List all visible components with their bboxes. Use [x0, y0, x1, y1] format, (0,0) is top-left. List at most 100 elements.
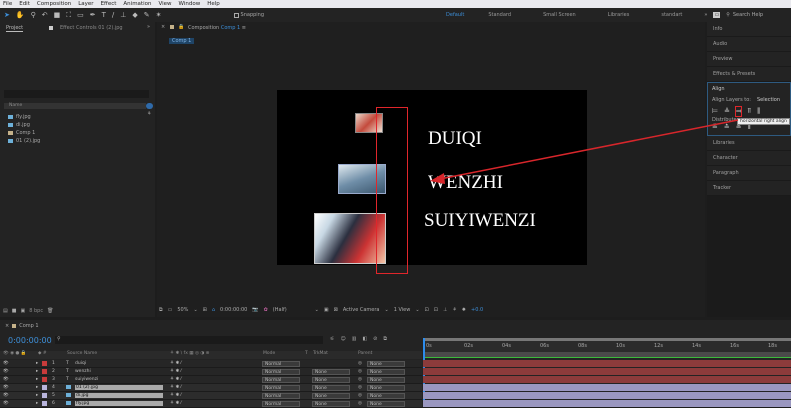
timeline-current-time[interactable]: 0:00:00:00	[8, 336, 52, 345]
timeline-search-input[interactable]: ⚲	[55, 336, 323, 344]
eye-icon[interactable]: 👁	[3, 361, 9, 366]
layer-switches-icons: ⚘ ✱ \ fx ▦ ◎ ◑ ⊛	[170, 351, 210, 356]
layer-switches[interactable]: ⚘ ✱ ⁄	[170, 393, 181, 398]
parent-dropdown[interactable]: None	[367, 400, 405, 407]
label-color-swatch[interactable]	[42, 369, 47, 374]
layer-row[interactable]: 👁 ▸ 5 di.jpg ⚘ ✱ ⁄ Normal None ◎ None	[0, 392, 422, 400]
motion-blur-icon[interactable]: ◧	[362, 336, 367, 342]
layer-row[interactable]: 👁 ▸ 2 T wenzhi ⚘ ✱ ⁄ Normal None ◎ None	[0, 368, 422, 376]
time-tick: 12s	[654, 343, 663, 349]
pickwhip-icon[interactable]: ◎	[358, 385, 362, 390]
time-tick: 04s	[502, 343, 511, 349]
header-parent[interactable]: Parent	[358, 351, 372, 356]
trkmat-dropdown[interactable]: None	[312, 368, 350, 375]
header-t[interactable]: T	[305, 351, 308, 356]
pickwhip-icon[interactable]: ◎	[358, 393, 362, 398]
pickwhip-icon[interactable]: ◎	[358, 377, 362, 382]
pickwhip-icon[interactable]: ◎	[358, 369, 362, 374]
label-color-swatch[interactable]	[42, 377, 47, 382]
shy-icon[interactable]: ☺	[340, 336, 345, 342]
layer-switches[interactable]: ⚘ ✱ ⁄	[170, 361, 181, 366]
layer-switches[interactable]: ⚘ ✱ ⁄	[170, 401, 181, 406]
graph-editor-icon[interactable]: ⊘	[373, 336, 377, 342]
eye-icon[interactable]: 👁	[3, 393, 9, 398]
parent-dropdown[interactable]: None	[367, 392, 405, 399]
layer-duration-bar[interactable]	[423, 376, 791, 383]
layer-row[interactable]: 👁 ▸ 4 01 (2).jpg ⚘ ✱ ⁄ Normal None ◎ Non…	[0, 384, 422, 392]
layer-duration-bar[interactable]	[423, 368, 791, 375]
time-ruler: 0s 02s 04s 06s 08s 10s 12s 14s 16s 18s	[423, 338, 791, 352]
parent-dropdown[interactable]: None	[367, 384, 405, 391]
layer-switches[interactable]: ⚘ ✱ ⁄	[170, 377, 181, 382]
label-column-icon: ◆ #	[38, 351, 47, 356]
text-layer-icon: T	[66, 361, 69, 366]
trkmat-dropdown[interactable]: None	[312, 384, 350, 391]
time-tick: 0s	[426, 343, 432, 349]
time-tick: 02s	[464, 343, 473, 349]
comp-icon	[12, 324, 17, 328]
expand-triangle-icon[interactable]: ▸	[36, 361, 38, 366]
time-tick: 06s	[540, 343, 549, 349]
mode-dropdown[interactable]: Normal	[262, 400, 300, 407]
label-color-swatch[interactable]	[42, 361, 47, 366]
trkmat-dropdown[interactable]: None	[312, 392, 350, 399]
header-mode[interactable]: Mode	[263, 351, 275, 356]
mode-dropdown[interactable]: Normal	[262, 392, 300, 399]
expand-triangle-icon[interactable]: ▸	[36, 385, 38, 390]
frame-blend-icon[interactable]: ▥	[352, 336, 357, 342]
layer-name[interactable]: 01 (2).jpg	[75, 385, 163, 390]
layer-number: 6	[52, 401, 55, 406]
time-tick: 14s	[692, 343, 701, 349]
label-color-swatch[interactable]	[42, 393, 47, 398]
layer-row[interactable]: 👁 ▸ 1 T duiqi ⚘ ✱ ⁄ Normal ◎ None	[0, 360, 422, 368]
time-tick: 08s	[578, 343, 587, 349]
parent-dropdown[interactable]: None	[367, 360, 405, 367]
pickwhip-icon[interactable]: ◎	[358, 361, 362, 366]
arrow-head	[430, 173, 445, 184]
layer-number: 5	[52, 393, 55, 398]
draft-3d-icon[interactable]: ⚟	[330, 336, 334, 342]
layer-duration-bar[interactable]	[423, 360, 791, 367]
parent-dropdown[interactable]: None	[367, 376, 405, 383]
eye-icon[interactable]: 👁	[3, 385, 9, 390]
expand-triangle-icon[interactable]: ▸	[36, 401, 38, 406]
eye-icon[interactable]: 👁	[3, 377, 9, 382]
expand-triangle-icon[interactable]: ▸	[36, 393, 38, 398]
trkmat-dropdown[interactable]: None	[312, 400, 350, 407]
layer-name[interactable]: fly.jpg	[75, 401, 163, 406]
layer-row[interactable]: 👁 ▸ 3 T suiyiwenzi ⚘ ✱ ⁄ Normal None ◎ N…	[0, 376, 422, 384]
text-layer-icon: T	[66, 377, 69, 382]
layer-duration-bar[interactable]	[423, 384, 791, 391]
comp-flowchart-icon[interactable]: ⧉	[383, 336, 387, 342]
image-layer-icon	[66, 385, 71, 389]
mode-dropdown[interactable]: Normal	[262, 368, 300, 375]
timeline-tab[interactable]: × Comp 1	[5, 323, 39, 329]
arrow-line	[439, 119, 739, 180]
layer-duration-bar[interactable]	[423, 392, 791, 399]
layer-switches[interactable]: ⚘ ✱ ⁄	[170, 369, 181, 374]
mode-dropdown[interactable]: Normal	[262, 360, 300, 367]
av-switches-icons: 👁 ◉ ● 🔒	[3, 351, 27, 356]
layer-name[interactable]: di.jpg	[75, 393, 163, 398]
layer-name[interactable]: suiyiwenzi	[75, 377, 98, 382]
layer-name[interactable]: wenzhi	[75, 369, 91, 374]
expand-triangle-icon[interactable]: ▸	[36, 369, 38, 374]
eye-icon[interactable]: 👁	[3, 401, 9, 406]
eye-icon[interactable]: 👁	[3, 369, 9, 374]
image-layer-icon	[66, 393, 71, 397]
header-source-name[interactable]: Source Name	[67, 351, 97, 356]
layer-number: 1	[52, 361, 55, 366]
work-area-bar[interactable]	[423, 352, 791, 358]
layer-switches[interactable]: ⚘ ✱ ⁄	[170, 385, 181, 390]
layer-name[interactable]: duiqi	[75, 361, 86, 366]
mode-dropdown[interactable]: Normal	[262, 376, 300, 383]
expand-triangle-icon[interactable]: ▸	[36, 377, 38, 382]
header-trkmat[interactable]: TrkMat	[313, 351, 328, 356]
trkmat-dropdown[interactable]: None	[312, 376, 350, 383]
mode-dropdown[interactable]: Normal	[262, 384, 300, 391]
pickwhip-icon[interactable]: ◎	[358, 401, 362, 406]
label-color-swatch[interactable]	[42, 401, 47, 406]
label-color-swatch[interactable]	[42, 385, 47, 390]
layer-duration-bar[interactable]	[423, 400, 791, 407]
parent-dropdown[interactable]: None	[367, 368, 405, 375]
